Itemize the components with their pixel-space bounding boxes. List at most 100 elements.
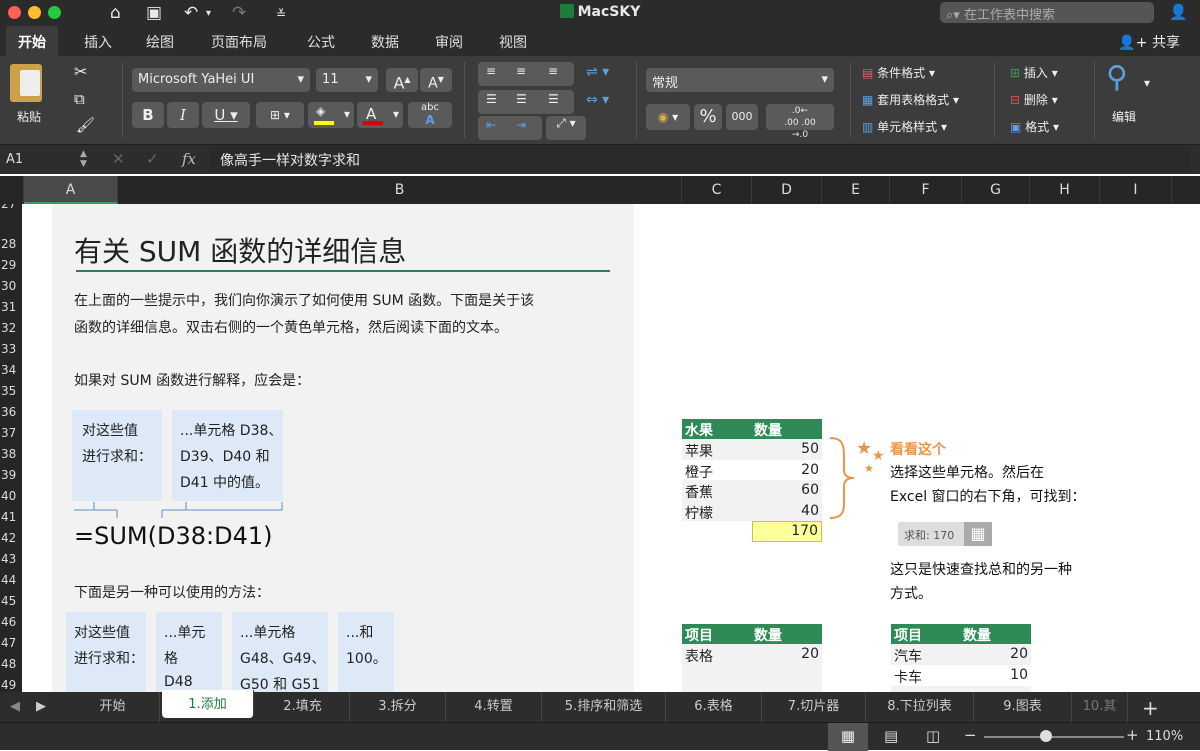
sheet-tab[interactable]: 5.排序和筛选 <box>542 692 666 722</box>
table-row[interactable]: 香蕉 60 <box>682 480 822 501</box>
format-as-table-button[interactable]: ▦ 套用表格格式 ▾ <box>862 91 959 108</box>
row-header[interactable]: 28 <box>0 234 22 254</box>
shrink-font-button[interactable]: A▼ <box>420 68 452 92</box>
decimal-buttons[interactable]: .0← .00 .00 →.0 <box>766 104 834 140</box>
next-sheet-icon[interactable]: ▶ <box>36 699 46 714</box>
sheet-tab[interactable]: 3.拆分 <box>350 692 446 722</box>
row-header[interactable]: 32 <box>0 318 22 338</box>
row-header[interactable]: 42 <box>0 528 22 548</box>
font-color-button[interactable]: A ▾ <box>357 102 403 128</box>
row-header[interactable]: 31 <box>0 297 22 317</box>
add-sheet-icon[interactable]: + <box>1142 696 1159 720</box>
italic-button[interactable]: I <box>167 102 199 128</box>
zoom-out-icon[interactable]: − <box>964 726 977 744</box>
insert-cells-button[interactable]: ⊞ 插入 ▾ <box>1010 64 1058 81</box>
column-header-f[interactable]: F <box>890 176 962 204</box>
find-icon[interactable]: ⚲ <box>1106 60 1128 95</box>
font-size-select[interactable]: 11 ▾ <box>316 68 378 92</box>
share-button[interactable]: 👤+ 共享 <box>1118 32 1180 52</box>
row-header[interactable]: 49 <box>0 675 22 692</box>
worksheet-grid[interactable]: 有关 SUM 函数的详细信息 在上面的一些提示中，我们向你演示了如何使用 SUM… <box>22 204 1200 692</box>
prev-sheet-icon[interactable]: ◀ <box>10 699 20 714</box>
row-header[interactable]: 35 <box>0 381 22 401</box>
bold-button[interactable]: B <box>132 102 164 128</box>
horizontal-align-group[interactable]: ☰ ☰ ☰ <box>478 90 574 114</box>
zoom-level[interactable]: 110% <box>1146 729 1183 744</box>
column-header-a[interactable]: A <box>24 176 118 204</box>
row-header[interactable]: 30 <box>0 276 22 296</box>
edit-button[interactable]: 编辑 <box>1112 108 1136 125</box>
page-break-view-icon[interactable]: ◫ <box>926 727 940 745</box>
row-header[interactable]: 37 <box>0 423 22 443</box>
function-icon[interactable]: fx <box>182 150 196 168</box>
tab-formulas[interactable]: 公式 <box>307 32 335 52</box>
merge-center-icon[interactable]: ⇔ ▾ <box>586 92 609 108</box>
orientation-button[interactable]: ⤢ ▾ <box>546 116 586 140</box>
wrap-text-icon[interactable]: ⇌ ▾ <box>586 64 609 80</box>
row-header[interactable]: 43 <box>0 549 22 569</box>
underline-button[interactable]: U ▾ <box>202 102 250 128</box>
conditional-format-button[interactable]: ▤ 条件格式 ▾ <box>862 64 935 81</box>
tab-view[interactable]: 视图 <box>499 32 527 52</box>
row-header[interactable]: 47 <box>0 633 22 653</box>
zoom-slider[interactable] <box>984 736 1124 738</box>
copy-icon[interactable]: ⧉ <box>74 90 85 108</box>
sheet-tab[interactable]: 8.下拉列表 <box>866 692 974 722</box>
row-header[interactable]: 38 <box>0 444 22 464</box>
row-header[interactable]: 33 <box>0 339 22 359</box>
table-row[interactable]: 橙子 20 <box>682 460 822 481</box>
sheet-tab-active[interactable]: 1.添加 <box>162 690 254 718</box>
indent-group[interactable]: ⇤ ⇥ <box>478 116 542 140</box>
zoom-in-icon[interactable]: + <box>1126 726 1139 744</box>
formula-input[interactable]: 像高手一样对数字求和 <box>210 147 1190 172</box>
table-row[interactable]: 卡车 10 <box>891 665 1031 686</box>
cancel-icon[interactable]: ✕ <box>112 150 125 168</box>
find-dropdown-icon[interactable]: ▾ <box>1144 76 1150 90</box>
column-header-i[interactable]: I <box>1100 176 1172 204</box>
table-header-row[interactable]: 水果 数量 <box>682 419 822 439</box>
sheet-tab[interactable]: 7.切片器 <box>762 692 866 722</box>
tab-data[interactable]: 数据 <box>371 32 399 52</box>
table-row[interactable]: 汽车 20 <box>891 644 1031 665</box>
column-header-e[interactable]: E <box>822 176 890 204</box>
table-header-row[interactable]: 项目 数量 <box>891 624 1031 644</box>
column-header-h[interactable]: H <box>1030 176 1100 204</box>
tab-draw[interactable]: 绘图 <box>146 32 174 52</box>
row-header[interactable]: 39 <box>0 465 22 485</box>
sheet-tab[interactable]: 6.表格 <box>666 692 762 722</box>
sum-total-cell[interactable]: 170 <box>752 521 822 542</box>
table-row[interactable]: 表格 20 <box>682 644 822 692</box>
format-cells-button[interactable]: ▣ 格式 ▾ <box>1010 118 1059 135</box>
column-header-d[interactable]: D <box>752 176 822 204</box>
column-header-b[interactable]: B <box>118 176 682 204</box>
tab-home[interactable]: 开始 <box>6 26 58 56</box>
number-format-select[interactable]: 常规 ▾ <box>646 68 834 92</box>
confirm-icon[interactable]: ✓ <box>146 150 159 168</box>
row-header[interactable]: 41 <box>0 507 22 527</box>
cut-icon[interactable]: ✂ <box>74 62 87 81</box>
search-input[interactable]: ⌕▾ 在工作表中搜索 <box>940 2 1154 23</box>
phonetic-button[interactable]: abc A <box>408 102 452 128</box>
sheet-tab[interactable]: 10.其 <box>1072 692 1128 722</box>
sheet-tab[interactable]: 4.转置 <box>446 692 542 722</box>
grow-font-button[interactable]: A▲ <box>386 68 418 92</box>
comma-style-button[interactable]: 000 <box>726 104 758 130</box>
tab-page-layout[interactable]: 页面布局 <box>211 32 267 52</box>
percent-button[interactable]: % <box>694 104 722 130</box>
table-row[interactable]: 苹果 50 <box>682 439 822 460</box>
row-header[interactable]: 45 <box>0 591 22 611</box>
row-header[interactable]: 40 <box>0 486 22 506</box>
delete-cells-button[interactable]: ⊟ 删除 ▾ <box>1010 91 1058 108</box>
normal-view-icon[interactable]: ▦ <box>828 723 868 751</box>
accounting-format-button[interactable]: ◉ ▾ <box>646 104 690 130</box>
column-header-c[interactable]: C <box>682 176 752 204</box>
profile-icon[interactable]: 👤 <box>1169 3 1188 21</box>
border-button[interactable]: ⊞ ▾ <box>256 102 304 128</box>
vertical-align-group[interactable]: ≡ ≡ ≡ <box>478 62 574 86</box>
sheet-tab[interactable]: 9.图表 <box>974 692 1072 722</box>
fill-color-button[interactable]: ◈ ▾ <box>308 102 354 128</box>
row-header[interactable]: 48 <box>0 654 22 674</box>
table-header-row[interactable]: 项目 数量 <box>682 624 822 644</box>
row-header[interactable]: 46 <box>0 612 22 632</box>
select-all-corner[interactable] <box>0 176 24 204</box>
